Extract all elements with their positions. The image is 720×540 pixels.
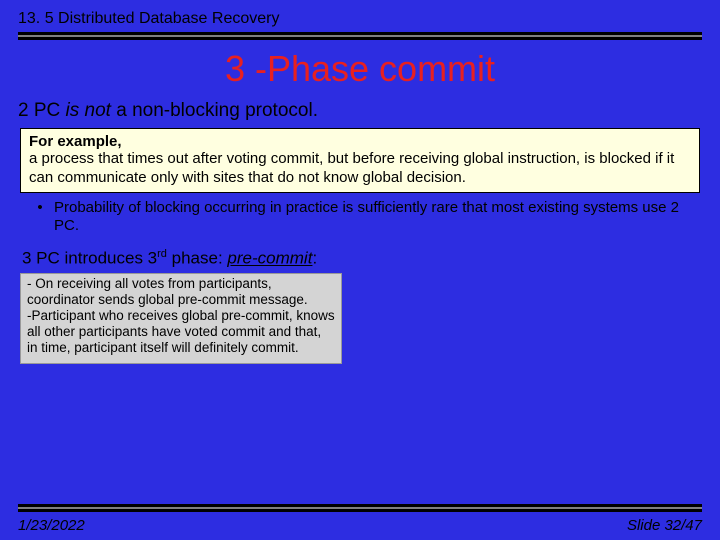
example-text: a process that times out after voting co… bbox=[29, 150, 691, 188]
footer: 1/23/2022 Slide 32/47 bbox=[0, 517, 720, 534]
intro-pre: 3 PC introduces 3 bbox=[22, 249, 157, 268]
intro-mid: phase: bbox=[167, 249, 228, 268]
lead-sentence: 2 PC is not a non-blocking protocol. bbox=[18, 100, 702, 122]
bullet-item: • Probability of blocking occurring in p… bbox=[18, 197, 702, 243]
gray-p2: -Participant who receives global pre-com… bbox=[27, 308, 335, 357]
gray-p1: - On receiving all votes from participan… bbox=[27, 276, 335, 308]
bullet-text: Probability of blocking occurring in pra… bbox=[54, 199, 694, 237]
footer-date: 1/23/2022 bbox=[18, 517, 85, 534]
example-box: For example, a process that times out af… bbox=[20, 128, 700, 193]
lead-emphasis: is not bbox=[66, 100, 111, 121]
footer-slide: Slide 32/47 bbox=[627, 517, 702, 534]
page-title: 3 -Phase commit bbox=[18, 48, 702, 90]
section-heading: 13. 5 Distributed Database Recovery bbox=[18, 10, 702, 28]
intro-3pc: 3 PC introduces 3rd phase: pre-commit: bbox=[18, 242, 702, 273]
example-bold: For example, bbox=[29, 133, 691, 150]
lead-suffix: a non-blocking protocol. bbox=[111, 100, 318, 121]
intro-sup: rd bbox=[157, 248, 167, 260]
bullet-marker: • bbox=[26, 199, 54, 237]
intro-tail: : bbox=[312, 249, 317, 268]
lead-prefix: 2 PC bbox=[18, 100, 66, 121]
divider-top bbox=[18, 32, 702, 40]
divider-bottom bbox=[18, 504, 702, 512]
intro-emph: pre-commit bbox=[227, 249, 312, 268]
gray-box: - On receiving all votes from participan… bbox=[20, 273, 342, 364]
